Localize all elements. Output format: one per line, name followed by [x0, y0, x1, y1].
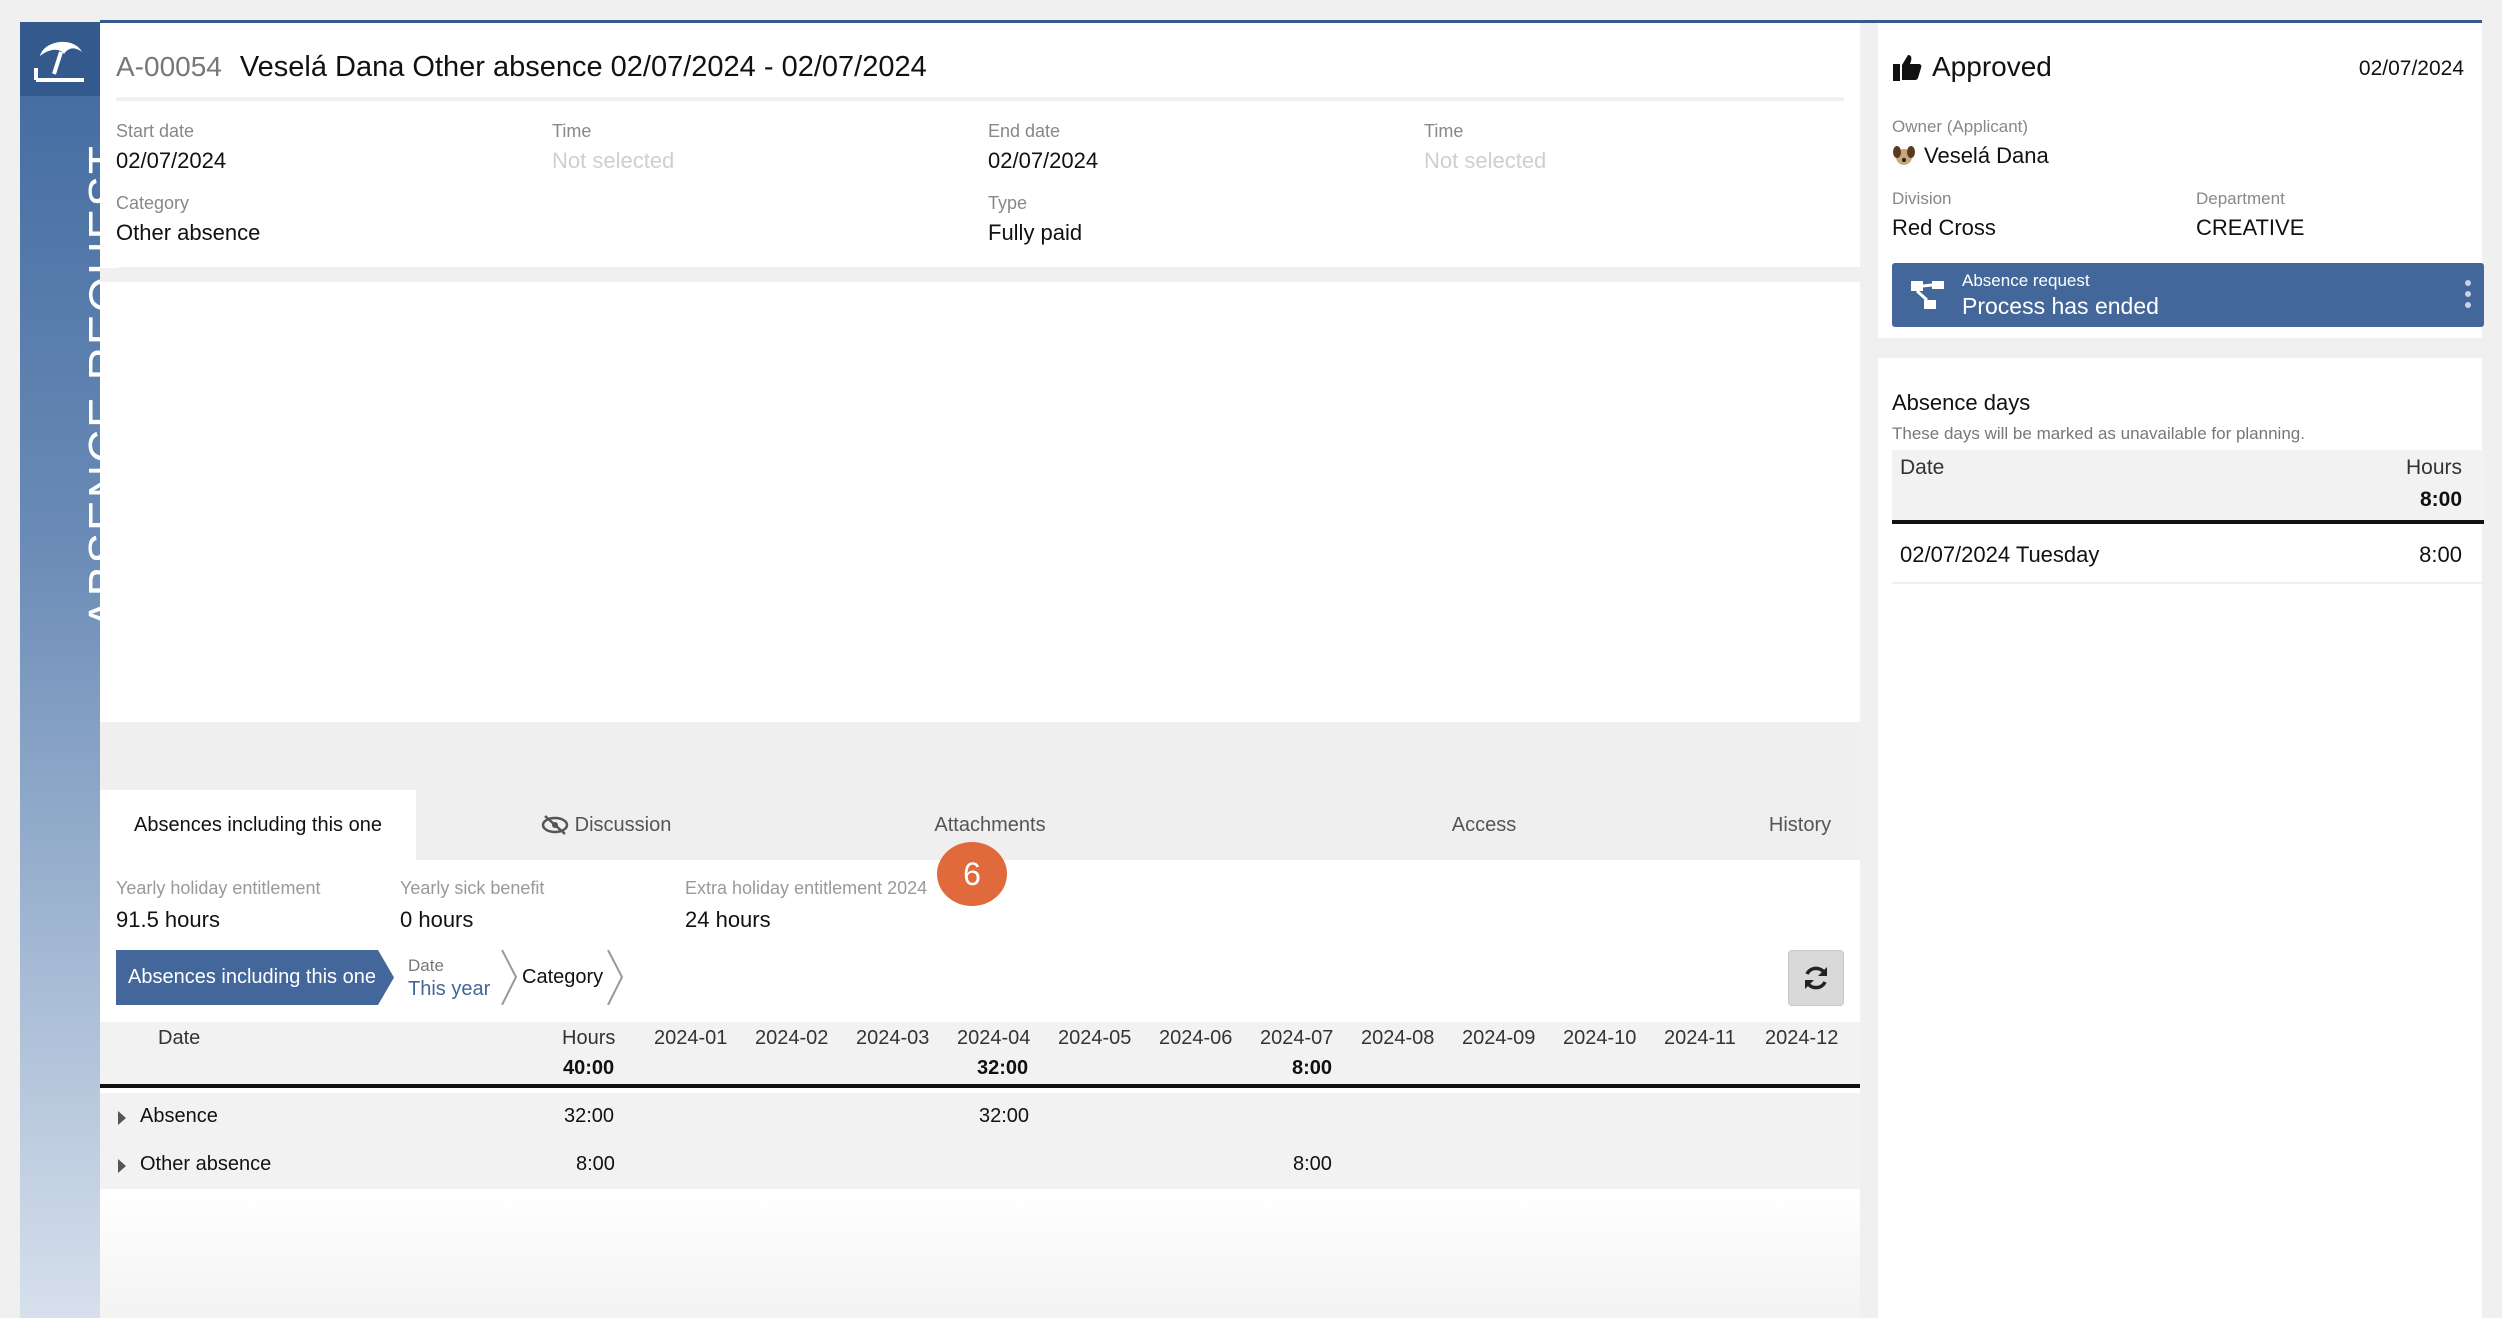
refresh-icon	[1805, 966, 1827, 990]
table-row[interactable]: Other absence 8:00 8:00	[100, 1141, 1860, 1189]
absence-days-total: 8:00	[2419, 488, 2462, 511]
process-status-card[interactable]: Absence request Process has ended	[1892, 263, 2484, 327]
title-divider	[116, 97, 1844, 101]
empty-content-area	[100, 282, 1860, 722]
status-panel: Approved 02/07/2024 Owner (Applicant) Ve…	[1878, 23, 2484, 338]
step-badge: 6	[937, 842, 1007, 906]
status-label: Approved	[1892, 51, 2052, 83]
holiday-entitlement: Yearly holiday entitlement 91.5 hours	[116, 878, 321, 932]
end-date-field: End date 02/07/2024	[988, 121, 1099, 173]
start-date-field: Start date 02/07/2024	[116, 121, 227, 173]
table-row[interactable]: 02/07/2024 Tuesday 8:00	[1892, 528, 2484, 584]
request-code: A-00054	[116, 51, 222, 82]
department-field: Department CREATIVE	[2196, 189, 2305, 240]
refresh-button[interactable]	[1788, 950, 1844, 1006]
status-date: 02/07/2024	[2358, 57, 2464, 80]
beach-umbrella-icon[interactable]	[20, 22, 100, 96]
category-field: Category Other absence	[116, 193, 261, 245]
start-time-field: Time Not selected	[552, 121, 675, 173]
absence-days-header: Date Hours 8:00	[1892, 450, 2484, 524]
type-field: Type Fully paid	[988, 193, 1083, 245]
total-2024-07: 8:00	[1292, 1057, 1333, 1079]
extra-holiday-entitlement: Extra holiday entitlement 2024 24 hours	[685, 878, 928, 932]
total-2024-04: 32:00	[977, 1057, 1029, 1079]
table-row[interactable]: Absence 32:00 32:00	[100, 1093, 1860, 1141]
division-field: Division Red Cross	[1892, 189, 1996, 240]
absence-days-panel: Absence days These days will be marked a…	[1878, 358, 2484, 1318]
owner-name[interactable]: Veselá Dana	[1924, 143, 2049, 169]
content-bottom	[100, 1190, 1860, 1318]
expand-icon[interactable]	[118, 1111, 126, 1125]
end-time-field: Time Not selected	[1424, 121, 1547, 173]
summary-table-header: Date Hours 2024-01 2024-02 2024-03 2024-…	[100, 1022, 1860, 1088]
more-options-icon[interactable]	[2464, 279, 2472, 309]
sick-benefit: Yearly sick benefit 0 hours	[400, 878, 545, 932]
breadcrumb-absences[interactable]: Absences including this one	[116, 950, 394, 1005]
breadcrumb-separator	[607, 950, 624, 1005]
breadcrumb-separator	[501, 950, 518, 1005]
section-gap	[100, 268, 1860, 282]
page-title: Veselá Dana Other absence 02/07/2024 - 0…	[239, 51, 927, 83]
absence-days-title: Absence days	[1892, 390, 2031, 415]
breadcrumb-date[interactable]: Date This year	[396, 950, 512, 1005]
avatar	[1893, 146, 1915, 165]
section-gap	[100, 722, 1860, 792]
tab-discussion[interactable]: Discussion	[456, 790, 756, 860]
eye-slash-icon	[541, 815, 568, 835]
tab-absences[interactable]: Absences including this one	[100, 790, 416, 860]
breadcrumb-category[interactable]: Category	[522, 950, 603, 1005]
expand-icon[interactable]	[118, 1159, 126, 1173]
tab-access[interactable]: Access	[1334, 790, 1634, 860]
owner-field: Owner (Applicant) Veselá Dana	[1892, 117, 2049, 169]
total-hours: 40:00	[563, 1057, 615, 1079]
request-details: A-00054 Veselá Dana Other absence 02/07/…	[100, 23, 1860, 267]
absence-days-subtitle: These days will be marked as unavailable…	[1892, 424, 2305, 443]
workflow-icon	[1911, 281, 1944, 309]
module-sidebar: ABSENCE REQUEST	[20, 22, 131, 1318]
thumbs-up-icon	[1893, 55, 1922, 81]
